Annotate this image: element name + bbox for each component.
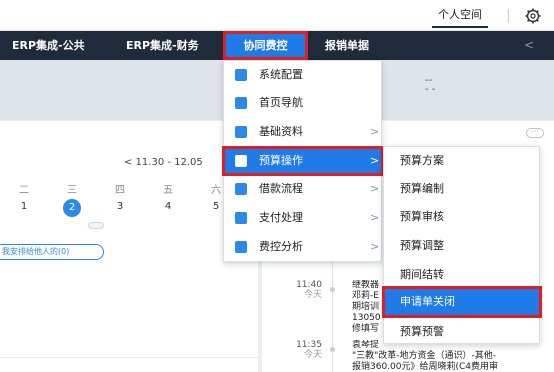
home-nav-icon [235, 97, 247, 109]
payment-icon [235, 212, 247, 224]
expense-control-menu: 系统配置 首页导航 基础资料 > 预算操作 > 借款流程 > 支付处理 > 费控… [222, 60, 384, 262]
more-icon[interactable]: ··· [526, 128, 544, 138]
menu-item-loan-flow[interactable]: 借款流程 > [224, 177, 381, 201]
menu-item-system-config[interactable]: 系统配置 [224, 63, 381, 87]
main-nav: ERP集成-公共 ERP集成-财务 协同费控 报销单据 < [0, 31, 554, 60]
secondary-card [0, 357, 258, 372]
weekday-label: 五 [163, 185, 173, 196]
timeline-dot [330, 347, 335, 352]
assigned-to-others-filter[interactable]: 我安排给他人的(0) [0, 244, 104, 260]
calendar-day[interactable]: 4 [158, 201, 178, 212]
timeline-dot [330, 287, 335, 292]
menu-item-home-nav[interactable]: 首页导航 [224, 91, 381, 115]
menu-item-base-data[interactable]: 基础资料 > [224, 120, 381, 144]
analysis-icon [235, 241, 247, 253]
expand-calendar-button[interactable] [88, 222, 104, 229]
nav-reimbursement[interactable]: 报销单据 [325, 31, 369, 60]
loan-icon [235, 183, 247, 195]
nav-erp-public[interactable]: ERP集成-公共 [12, 31, 85, 60]
nav-expense-control[interactable]: 协同费控 [223, 31, 308, 60]
timeline-time: 11:35 今天 [296, 340, 322, 360]
menu-item-payment[interactable]: 支付处理 > [224, 206, 381, 230]
calendar-day[interactable]: 3 [110, 201, 130, 212]
chevron-right-icon: > [370, 240, 380, 253]
date-range[interactable]: < 11.30 - 12.05 [124, 157, 203, 168]
nav-erp-finance[interactable]: ERP集成-财务 [126, 31, 199, 60]
submenu-item-budget-compile[interactable]: 预算编制 [384, 176, 539, 202]
calendar-day-today[interactable]: 2 [63, 199, 81, 217]
submenu-item-budget-adjust[interactable]: 预算调整 [384, 233, 539, 259]
weekday-label: 三 [67, 185, 77, 196]
calendar-day[interactable]: 1 [14, 201, 34, 212]
chevron-left-icon[interactable]: < [524, 38, 534, 52]
chevron-right-icon: > [370, 211, 380, 224]
database-icon [235, 126, 247, 138]
submenu-item-close-request[interactable]: 申请单关闭 [382, 286, 542, 318]
chevron-right-icon: > [370, 182, 380, 195]
weekday-label: 四 [115, 185, 125, 196]
summary-value: -- - - [425, 75, 436, 95]
submenu-item-budget-plan[interactable]: 预算方案 [384, 148, 539, 174]
menu-item-budget-ops[interactable]: 预算操作 > [222, 146, 384, 176]
timeline-line [332, 250, 333, 372]
chevron-right-icon: > [370, 154, 380, 167]
settings-panel-icon [235, 69, 247, 81]
submenu-item-budget-alert[interactable]: 预算预警 [384, 319, 539, 345]
submenu-item-budget-review[interactable]: 预算审核 [384, 204, 539, 230]
budget-icon [235, 155, 247, 167]
budget-ops-submenu: 预算方案 预算编制 预算审核 预算调整 期间结转 申请单关闭 预算预警 [382, 146, 542, 345]
chevron-right-icon: > [370, 125, 380, 138]
timeline-entry[interactable]: 继教器 邓莉-E 期培训 13050 修填写 [352, 280, 382, 335]
menu-item-analysis[interactable]: 费控分析 > [224, 235, 381, 259]
gear-icon[interactable] [524, 7, 542, 25]
submenu-item-period-carryover[interactable]: 期间结转 [384, 262, 539, 288]
personal-space-link[interactable]: 个人空间 [432, 6, 488, 28]
weekday-label: 二 [19, 185, 29, 196]
header-divider [508, 9, 509, 23]
timeline-time: 11:40 今天 [296, 280, 322, 300]
